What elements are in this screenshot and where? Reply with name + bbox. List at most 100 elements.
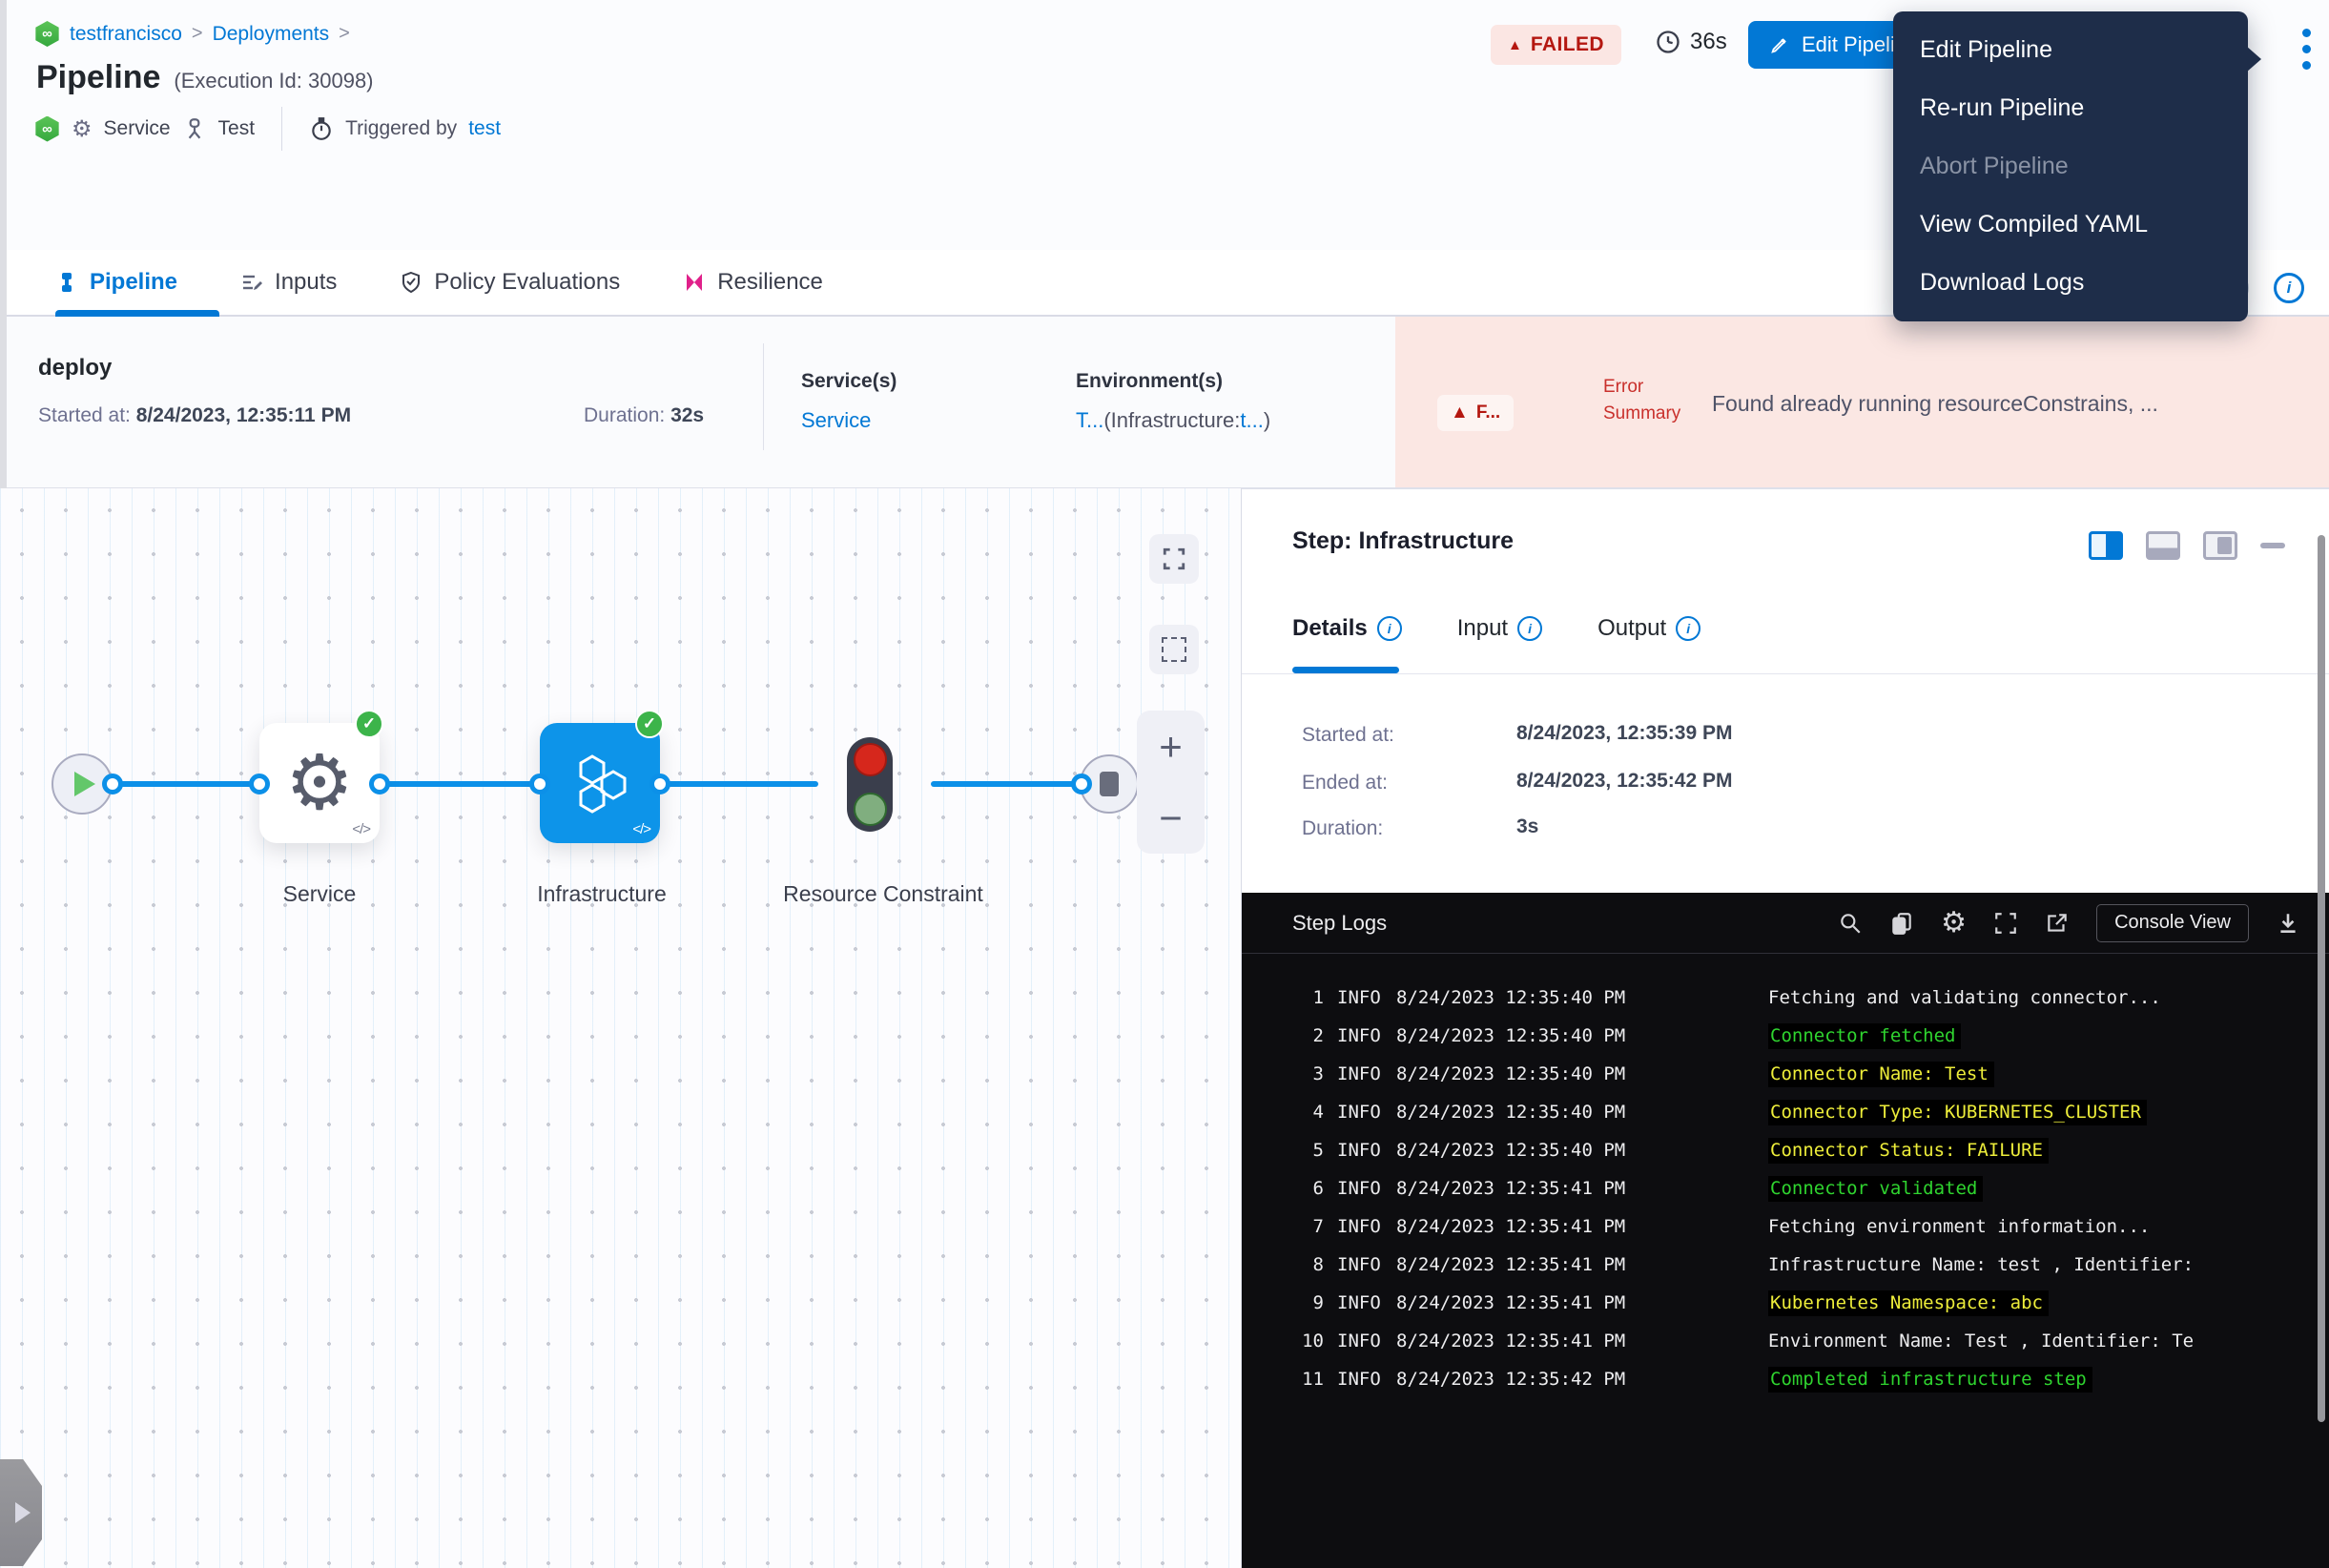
edge-port[interactable] xyxy=(529,774,550,794)
step-panel-title: Step: Infrastructure xyxy=(1292,527,1514,555)
infrastructure-step-node[interactable]: </> ✓ xyxy=(540,723,660,843)
zoom-out-button[interactable]: − xyxy=(1137,782,1205,854)
tab-details-label: Details xyxy=(1292,615,1368,642)
main-area: ⚙ </> ✓ </> ✓ Service Infrastructure Res… xyxy=(0,488,2329,1568)
ended-at-label: Ended at: xyxy=(1302,772,1388,794)
env-name[interactable]: T... xyxy=(1076,408,1103,432)
started-at-value: 8/24/2023, 12:35:39 PM xyxy=(1516,722,1733,745)
menu-item-download-logs[interactable]: Download Logs xyxy=(1893,254,2248,312)
log-level: INFO xyxy=(1337,1140,1387,1161)
tab-pipeline[interactable]: Pipeline xyxy=(55,269,177,296)
tab-inputs[interactable]: Inputs xyxy=(240,269,337,296)
log-line-number: 9 xyxy=(1242,1292,1324,1313)
env-infra-name[interactable]: t... xyxy=(1240,408,1263,432)
infinity-glyph: ∞ xyxy=(42,26,52,42)
split-right-view-icon[interactable] xyxy=(2089,531,2123,560)
success-check-icon: ✓ xyxy=(635,710,664,738)
tab-details[interactable]: Details i xyxy=(1292,615,1402,642)
edge-port[interactable] xyxy=(1071,774,1092,794)
expand-panel-handle[interactable] xyxy=(0,1459,42,1566)
log-message: Kubernetes Namespace: abc xyxy=(1768,1290,2049,1316)
page-title-row: Pipeline (Execution Id: 30098) xyxy=(36,59,374,96)
env-close-paren: ) xyxy=(1264,408,1270,432)
marquee-select-button[interactable] xyxy=(1149,625,1199,674)
log-timestamp: 8/24/2023 12:35:40 PM xyxy=(1396,1063,1635,1084)
divider xyxy=(763,343,764,450)
pipeline-execution-page: ∞ testfrancisco > Deployments > Pipeline… xyxy=(0,0,2329,1568)
console-header: Step Logs ⚙ Console View xyxy=(1242,893,2329,954)
graph-edge xyxy=(660,781,818,787)
tab-resilience[interactable]: Resilience xyxy=(683,269,823,296)
floating-view-icon[interactable] xyxy=(2203,531,2237,560)
external-link-icon[interactable] xyxy=(2045,911,2070,936)
project-icon: ∞ xyxy=(34,116,60,142)
console-view-button[interactable]: Console View xyxy=(2096,904,2249,942)
log-line-number: 6 xyxy=(1242,1178,1324,1199)
settings-gear-icon[interactable]: ⚙ xyxy=(1941,906,1967,939)
edge-port[interactable] xyxy=(369,774,390,794)
info-icon[interactable]: i xyxy=(2274,273,2304,303)
log-timestamp: 8/24/2023 12:35:40 PM xyxy=(1396,1140,1635,1161)
gear-icon: ⚙ xyxy=(72,115,93,143)
duration-label: Duration: xyxy=(584,404,665,426)
edge-port[interactable] xyxy=(649,774,670,794)
divider xyxy=(281,107,282,151)
play-icon xyxy=(74,772,95,796)
success-check-icon: ✓ xyxy=(355,710,383,738)
log-line-number: 11 xyxy=(1242,1369,1324,1390)
log-line-number: 10 xyxy=(1242,1331,1324,1351)
edge-port[interactable] xyxy=(102,774,123,794)
pipeline-meta-row: ∞ ⚙ Service Test Triggered by test xyxy=(34,107,501,151)
panel-scrollbar[interactable] xyxy=(2318,535,2325,1422)
log-rows[interactable]: 1INFO8/24/2023 12:35:40 PMFetching and v… xyxy=(1242,954,2329,1398)
menu-item-rerun-pipeline[interactable]: Re-run Pipeline xyxy=(1893,79,2248,137)
breadcrumb-project[interactable]: testfrancisco xyxy=(70,23,182,46)
tab-input[interactable]: Input i xyxy=(1457,615,1542,642)
fullscreen-canvas-button[interactable] xyxy=(1149,534,1199,584)
copy-icon[interactable] xyxy=(1889,911,1914,936)
log-timestamp: 8/24/2023 12:35:42 PM xyxy=(1396,1369,1635,1390)
log-row: 11INFO8/24/2023 12:35:42 PMCompleted inf… xyxy=(1242,1360,2329,1398)
log-level: INFO xyxy=(1337,987,1387,1008)
tab-output[interactable]: Output i xyxy=(1597,615,1700,642)
minimize-icon[interactable] xyxy=(2260,543,2285,548)
resilience-icon xyxy=(683,271,706,294)
page-title: Pipeline xyxy=(36,59,160,96)
status-badge: ▲ FAILED xyxy=(1491,25,1621,65)
download-icon[interactable] xyxy=(2276,911,2300,936)
log-line-number: 4 xyxy=(1242,1102,1324,1123)
edge-port[interactable] xyxy=(249,774,270,794)
tab-input-label: Input xyxy=(1457,615,1508,642)
log-row: 3INFO8/24/2023 12:35:40 PMConnector Name… xyxy=(1242,1055,2329,1093)
environment-link[interactable]: T...(Infrastructure:t...) xyxy=(1076,408,1270,433)
service-step-node[interactable]: ⚙ </> ✓ xyxy=(259,723,380,843)
search-icon[interactable] xyxy=(1838,911,1863,936)
error-summary-message: Found already running resourceConstrains… xyxy=(1712,391,2294,417)
tab-output-label: Output xyxy=(1597,615,1666,642)
active-tab-indicator xyxy=(1292,667,1399,673)
log-message: Completed infrastructure step xyxy=(1768,1367,2092,1393)
menu-item-view-compiled-yaml[interactable]: View Compiled YAML xyxy=(1893,196,2248,254)
error-label-line2: Summary xyxy=(1603,401,1680,427)
zoom-in-button[interactable]: + xyxy=(1137,711,1205,782)
menu-item-edit-pipeline[interactable]: Edit Pipeline xyxy=(1893,21,2248,79)
resource-constraint-node[interactable] xyxy=(847,737,893,832)
stage-started: Started at: 8/24/2023, 12:35:11 PM xyxy=(38,404,351,427)
pipeline-icon xyxy=(55,271,78,294)
code-tag-icon: </> xyxy=(352,821,370,837)
chevron-right-icon: > xyxy=(192,23,203,45)
execution-id: (Execution Id: 30098) xyxy=(174,69,373,93)
triggered-by-label: Triggered by xyxy=(345,117,457,140)
pipeline-graph-canvas[interactable]: ⚙ </> ✓ </> ✓ Service Infrastructure Res… xyxy=(0,488,1242,1568)
marquee-icon xyxy=(1162,637,1186,662)
tab-policy-evaluations[interactable]: Policy Evaluations xyxy=(400,269,620,296)
split-bottom-view-icon[interactable] xyxy=(2146,531,2180,560)
trigger-user-link[interactable]: test xyxy=(468,117,501,140)
breadcrumb-deployments[interactable]: Deployments xyxy=(213,23,330,46)
service-link[interactable]: Service xyxy=(801,408,897,433)
duration-label: Duration: xyxy=(1302,817,1383,840)
more-options-button[interactable] xyxy=(2297,29,2316,70)
environments-label: Environment(s) xyxy=(1076,370,1270,393)
breadcrumb: ∞ testfrancisco > Deployments > xyxy=(34,21,350,47)
fullscreen-icon[interactable] xyxy=(1993,911,2018,936)
